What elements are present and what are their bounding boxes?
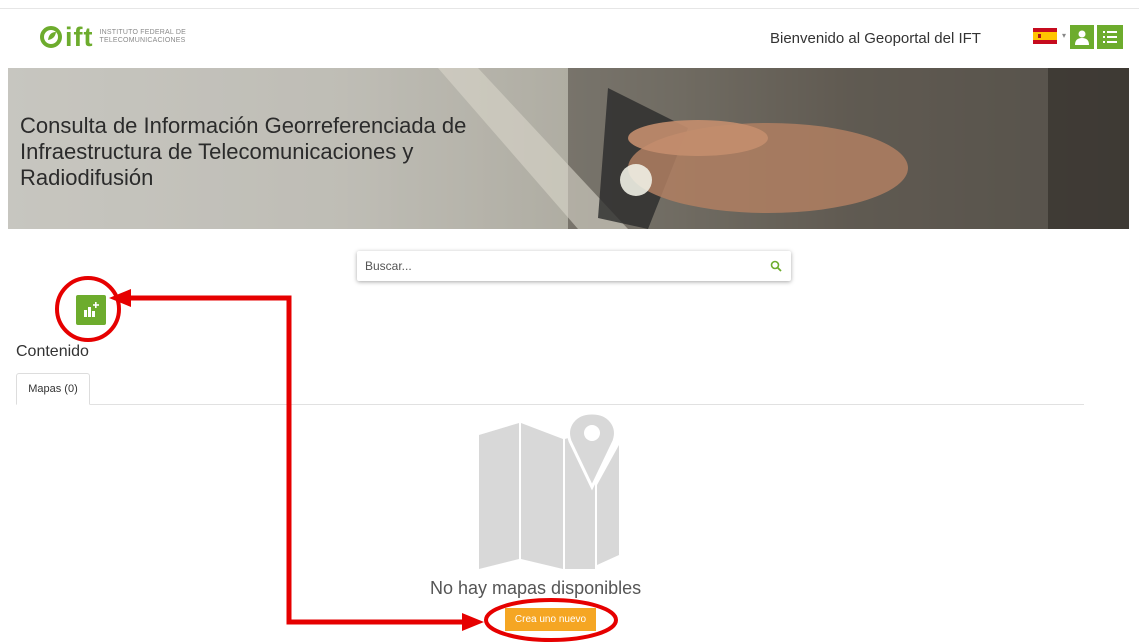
annotation-arrow-head-right bbox=[462, 613, 484, 631]
tab-mapas[interactable]: Mapas (0) bbox=[16, 373, 90, 405]
tabs-divider bbox=[16, 404, 1084, 405]
list-icon bbox=[1103, 31, 1117, 43]
banner-title: Consulta de Información Georreferenciada… bbox=[20, 113, 467, 190]
welcome-text: Bienvenido al Geoportal del IFT bbox=[770, 30, 981, 47]
add-map-button[interactable] bbox=[76, 295, 106, 325]
search-icon[interactable] bbox=[770, 259, 782, 277]
add-map-icon bbox=[84, 302, 99, 317]
ift-logo[interactable]: ift INSTITUTO FEDERAL DE TELECOMUNICACIO… bbox=[40, 22, 186, 52]
map-pin-icon bbox=[479, 409, 621, 574]
logo-abbrev: ift bbox=[65, 22, 94, 52]
content-heading: Contenido bbox=[16, 343, 89, 360]
logo-full-name: INSTITUTO FEDERAL DE TELECOMUNICACIONES bbox=[99, 29, 185, 45]
logo-leaf-icon bbox=[40, 26, 62, 48]
search-input[interactable] bbox=[357, 251, 765, 281]
create-new-map-button[interactable]: Crea uno nuevo bbox=[505, 608, 596, 631]
logo-name-line2: TELECOMUNICACIONES bbox=[99, 37, 186, 44]
language-caret-icon[interactable]: ▾ bbox=[1062, 31, 1066, 40]
language-flag-icon[interactable] bbox=[1033, 28, 1057, 44]
top-divider bbox=[0, 8, 1139, 9]
annotation-arrow-head-left bbox=[109, 289, 131, 307]
hero-banner: Consulta de Información Georreferenciada… bbox=[8, 68, 1129, 229]
user-icon bbox=[1075, 30, 1089, 45]
search-box bbox=[357, 251, 791, 281]
empty-message: No hay mapas disponibles bbox=[430, 578, 642, 598]
logo-name-line1: INSTITUTO FEDERAL DE bbox=[99, 29, 186, 36]
menu-button[interactable] bbox=[1097, 25, 1123, 49]
user-button[interactable] bbox=[1070, 25, 1094, 49]
annotation-arrow-line bbox=[129, 295, 468, 625]
